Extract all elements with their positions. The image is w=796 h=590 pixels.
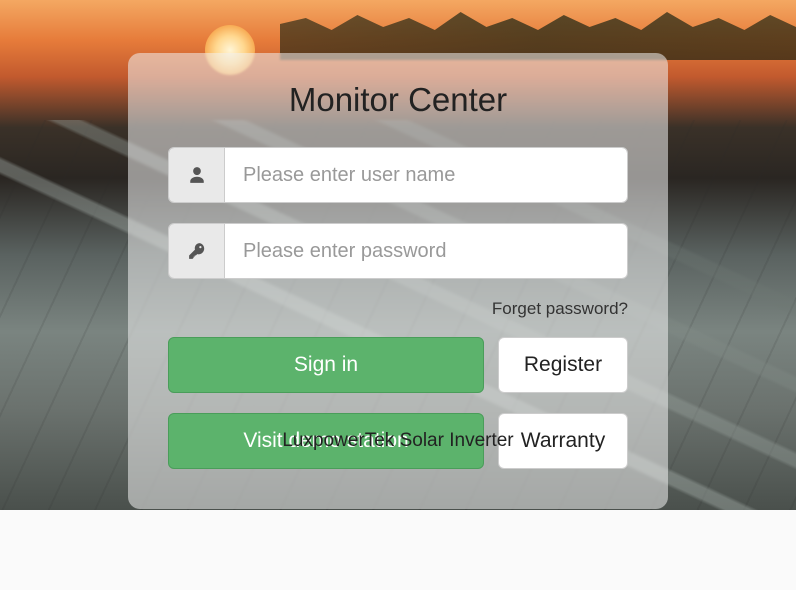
username-group xyxy=(168,147,628,203)
login-card: Monitor Center Forget password? Sign in … xyxy=(128,53,668,509)
forgot-row: Forget password? xyxy=(168,299,628,319)
warranty-button[interactable]: Warranty xyxy=(498,413,628,469)
sign-in-button[interactable]: Sign in xyxy=(168,337,484,393)
password-group xyxy=(168,223,628,279)
visit-demo-button[interactable]: Visit demo station xyxy=(168,413,484,469)
user-icon xyxy=(169,148,225,202)
button-row-primary: Sign in Register xyxy=(168,337,628,393)
page-title: Monitor Center xyxy=(168,81,628,119)
background-trees xyxy=(280,0,796,60)
button-row-secondary: Visit demo station Warranty xyxy=(168,413,628,469)
forgot-password-link[interactable]: Forget password? xyxy=(492,299,628,318)
password-input[interactable] xyxy=(225,224,627,278)
username-input[interactable] xyxy=(225,148,627,202)
register-button[interactable]: Register xyxy=(498,337,628,393)
key-icon xyxy=(169,224,225,278)
